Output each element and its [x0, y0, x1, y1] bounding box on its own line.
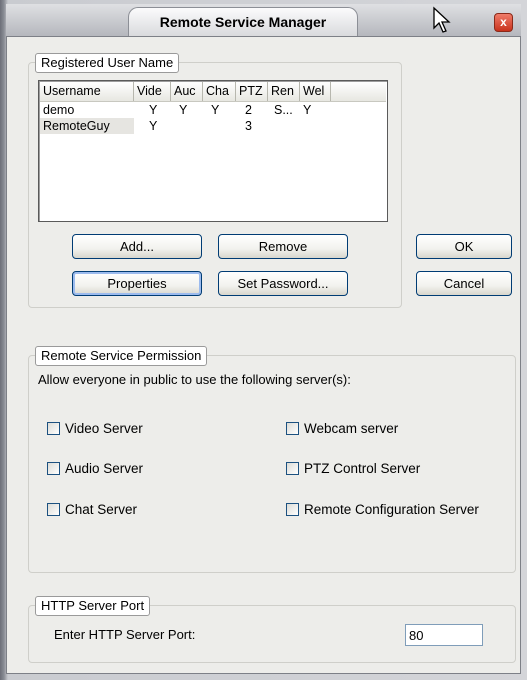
- remove-user-button[interactable]: Remove: [218, 234, 348, 259]
- cell-username: RemoteGuy: [40, 118, 134, 134]
- column-header-video[interactable]: Vide: [134, 82, 171, 101]
- user-list[interactable]: Username Vide Auc Cha PTZ Ren Wel demo Y…: [38, 80, 388, 222]
- checkbox-label: Remote Configuration Server: [304, 502, 479, 517]
- checkbox-box[interactable]: [286, 422, 299, 435]
- checkbox-label: Webcam server: [304, 421, 399, 436]
- checkbox-box[interactable]: [286, 462, 299, 475]
- application-window: Remote Service Manager x Registered User…: [0, 0, 527, 680]
- remote-configuration-server-checkbox[interactable]: Remote Configuration Server: [286, 502, 479, 517]
- column-header-chat[interactable]: Cha: [203, 82, 236, 101]
- cell-video: Y: [149, 119, 158, 133]
- webcam-server-checkbox[interactable]: Webcam server: [286, 421, 398, 436]
- set-password-button[interactable]: Set Password...: [218, 271, 348, 296]
- cell-video: Y: [149, 103, 158, 117]
- checkbox-label: PTZ Control Server: [304, 461, 421, 476]
- column-header-username[interactable]: Username: [40, 82, 134, 101]
- user-row[interactable]: demo Y Y Y 2 S... Y: [40, 102, 331, 118]
- http-port-group-label: HTTP Server Port: [35, 596, 151, 616]
- cell-audio: [171, 118, 203, 134]
- cell-chat: [203, 118, 236, 134]
- cell-ptz: 3: [245, 119, 252, 133]
- http-port-input[interactable]: [405, 624, 483, 646]
- checkbox-label: Video Server: [65, 421, 143, 436]
- close-button[interactable]: x: [494, 13, 513, 32]
- cell-username: demo: [43, 103, 75, 117]
- video-server-checkbox[interactable]: Video Server: [47, 421, 143, 436]
- properties-button[interactable]: Properties: [72, 271, 202, 296]
- add-user-button[interactable]: Add...: [72, 234, 202, 259]
- audio-server-checkbox[interactable]: Audio Server: [47, 461, 143, 476]
- ok-button[interactable]: OK: [416, 234, 512, 259]
- cancel-button[interactable]: Cancel: [416, 271, 512, 296]
- cell-ptz: 2: [245, 103, 252, 117]
- user-list-header: Username Vide Auc Cha PTZ Ren Wel: [40, 82, 386, 102]
- permission-group-label: Remote Service Permission: [35, 346, 208, 366]
- ptz-control-server-checkbox[interactable]: PTZ Control Server: [286, 461, 420, 476]
- column-header-remote[interactable]: Ren: [268, 82, 300, 101]
- cell-webcam: [300, 118, 331, 134]
- cell-audio: Y: [179, 103, 188, 117]
- checkbox-box[interactable]: [47, 503, 60, 516]
- registered-users-group-label: Registered User Name: [35, 53, 180, 73]
- checkbox-box[interactable]: [47, 462, 60, 475]
- http-port-prompt: Enter HTTP Server Port:: [54, 627, 196, 642]
- checkbox-label: Chat Server: [65, 502, 138, 517]
- cell-remote: [268, 118, 300, 134]
- column-header-audio[interactable]: Auc: [171, 82, 203, 101]
- mouse-cursor-icon: [433, 6, 451, 33]
- permission-description: Allow everyone in public to use the foll…: [38, 372, 351, 387]
- cell-webcam: Y: [303, 103, 312, 117]
- checkbox-label: Audio Server: [65, 461, 144, 476]
- chat-server-checkbox[interactable]: Chat Server: [47, 502, 137, 517]
- window-title: Remote Service Manager: [128, 7, 358, 36]
- checkbox-box[interactable]: [286, 503, 299, 516]
- column-header-ptz[interactable]: PTZ: [236, 82, 268, 101]
- user-row[interactable]: RemoteGuy Y 3: [40, 118, 331, 134]
- column-header-webcam[interactable]: Wel: [300, 82, 331, 101]
- cell-chat: Y: [211, 103, 220, 117]
- cell-remote: S...: [274, 103, 293, 117]
- checkbox-box[interactable]: [47, 422, 60, 435]
